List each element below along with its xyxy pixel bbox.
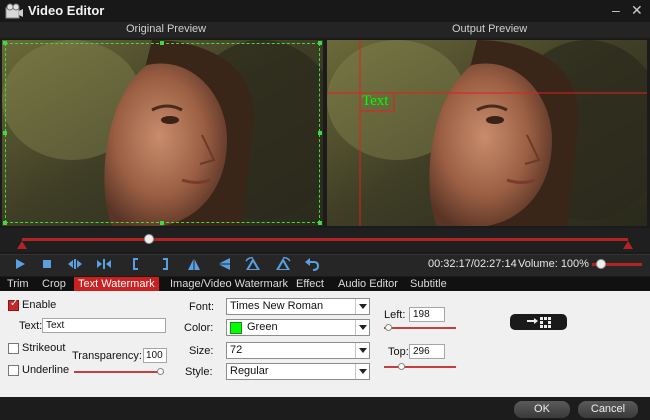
mark-out-icon[interactable]: [156, 257, 174, 271]
tab-image-video-watermark[interactable]: Image/Video Watermark: [166, 277, 292, 291]
stop-icon[interactable]: [38, 257, 56, 271]
text-label: Text:: [19, 320, 43, 332]
style-select[interactable]: Regular: [226, 363, 370, 380]
enable-label: Enable: [22, 299, 57, 311]
crop-handle[interactable]: [160, 41, 164, 45]
chevron-down-icon: [355, 299, 369, 314]
trim-start-marker[interactable]: [17, 241, 27, 249]
tab-text-watermark[interactable]: Text Watermark: [74, 277, 159, 291]
underline-label: Underline: [22, 364, 70, 376]
volume-slider-thumb[interactable]: [596, 259, 606, 269]
crop-handle[interactable]: [318, 221, 322, 225]
transparency-label: Transparency:: [72, 350, 142, 362]
font-select-value: Times New Roman: [230, 300, 324, 312]
position-preset-button[interactable]: [510, 314, 567, 330]
crop-handle[interactable]: [318, 131, 322, 135]
tab-crop[interactable]: Crop: [38, 277, 70, 291]
tab-effect[interactable]: Effect: [292, 277, 328, 291]
tab-audio-editor[interactable]: Audio Editor: [334, 277, 402, 291]
enable-checkbox[interactable]: [8, 298, 19, 311]
time-display: 00:32:17/02:27:14: [428, 258, 517, 270]
transparency-input[interactable]: 100: [143, 348, 167, 363]
watermark-text[interactable]: Text: [362, 93, 388, 110]
font-label: Font:: [189, 301, 215, 313]
left-slider[interactable]: [384, 327, 456, 329]
underline-checkbox[interactable]: [8, 365, 19, 376]
transparency-slider-thumb[interactable]: [157, 368, 164, 375]
crop-handle[interactable]: [318, 41, 322, 45]
style-label: Style:: [185, 366, 213, 378]
volume-label: Volume: 100%: [518, 258, 589, 270]
flip-horizontal-icon[interactable]: [215, 257, 233, 271]
previous-frame-icon[interactable]: [66, 257, 84, 271]
chevron-down-icon: [355, 364, 369, 379]
crop-handle[interactable]: [3, 41, 7, 45]
ok-button[interactable]: OK: [514, 401, 570, 418]
chevron-down-icon: [355, 320, 369, 335]
color-select-value: Green: [247, 321, 278, 333]
crop-handle[interactable]: [3, 221, 7, 225]
window-title: Video Editor: [28, 3, 105, 18]
color-select[interactable]: Green: [226, 319, 370, 336]
size-select-value: 72: [230, 344, 243, 356]
crop-handle[interactable]: [3, 131, 7, 135]
top-input[interactable]: 296: [409, 344, 445, 359]
mark-in-icon[interactable]: [127, 257, 145, 271]
chevron-down-icon: [355, 343, 369, 358]
tab-trim[interactable]: Trim: [3, 277, 33, 291]
crop-handle[interactable]: [160, 221, 164, 225]
play-icon[interactable]: [12, 257, 30, 271]
flip-vertical-icon[interactable]: [185, 257, 203, 271]
rotate-left-icon[interactable]: [244, 257, 262, 271]
position-grid-icon: [527, 317, 551, 328]
top-label: Top:: [388, 346, 409, 358]
left-input[interactable]: 198: [409, 307, 445, 322]
preview-header: [0, 22, 650, 38]
original-preview-label: Original Preview: [126, 23, 207, 35]
close-button[interactable]: ✕: [631, 2, 643, 19]
top-slider-thumb[interactable]: [398, 363, 405, 370]
video-frame-output: [327, 40, 647, 226]
next-frame-icon[interactable]: [95, 257, 113, 271]
timeline-track[interactable]: [22, 238, 628, 241]
film-reel-icon: [5, 3, 24, 19]
left-label: Left:: [384, 309, 406, 321]
undo-icon[interactable]: [303, 257, 321, 271]
minimize-button[interactable]: –: [612, 2, 620, 18]
output-preview-label: Output Preview: [452, 23, 528, 35]
size-select[interactable]: 72: [226, 342, 370, 359]
original-preview[interactable]: [2, 40, 323, 226]
cancel-button[interactable]: Cancel: [578, 401, 638, 418]
watermark-text-input[interactable]: Text: [42, 318, 166, 333]
left-slider-thumb[interactable]: [385, 324, 392, 331]
color-swatch: [230, 322, 242, 334]
trim-end-marker[interactable]: [623, 241, 633, 249]
rotate-right-icon[interactable]: [274, 257, 292, 271]
color-label: Color:: [184, 322, 214, 334]
strikeout-label: Strikeout: [22, 342, 66, 354]
size-label: Size:: [189, 345, 214, 357]
font-select[interactable]: Times New Roman: [226, 298, 370, 315]
strikeout-checkbox[interactable]: [8, 343, 19, 354]
volume-value: 100%: [560, 258, 589, 270]
style-select-value: Regular: [230, 365, 269, 377]
tab-subtitle[interactable]: Subtitle: [406, 277, 451, 291]
output-preview[interactable]: Text: [327, 40, 647, 226]
top-slider[interactable]: [384, 366, 456, 368]
transparency-slider[interactable]: [74, 371, 164, 373]
crop-region[interactable]: [5, 43, 320, 223]
